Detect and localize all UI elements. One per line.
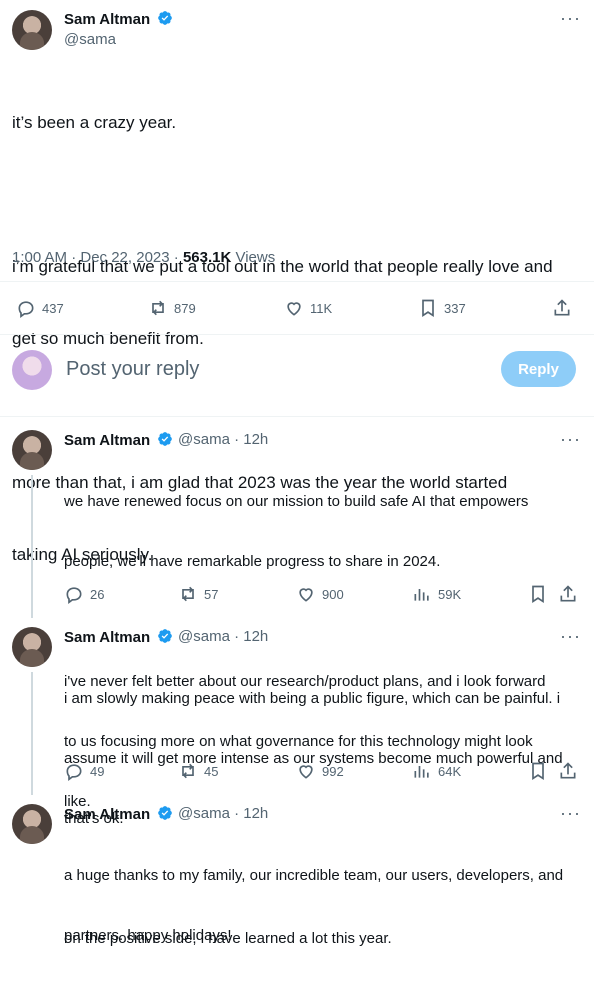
share-icon: [554, 299, 570, 316]
bookmark-button[interactable]: 337: [418, 298, 466, 318]
timestamp[interactable]: 1:00 AM · Dec 22, 2023 ·: [12, 249, 179, 266]
more-icon[interactable]: ···: [560, 626, 581, 647]
repost-icon: [182, 763, 194, 779]
like-button[interactable]: 11K: [284, 298, 332, 318]
verified-badge-icon: [158, 629, 173, 643]
reply-button[interactable]: 437: [16, 298, 64, 318]
bookmark-button[interactable]: [528, 584, 548, 604]
share-button[interactable]: [558, 584, 578, 604]
tweet-line: we have renewed focus on our mission to …: [64, 493, 529, 510]
tweet-actions: 49 45 992 64K: [0, 761, 594, 783]
bookmark-icon: [532, 585, 544, 604]
reply-input[interactable]: Post your reply: [66, 358, 199, 381]
share-icon: [560, 585, 576, 602]
views-button[interactable]: 64K: [412, 761, 461, 781]
bookmark-icon: [532, 762, 544, 781]
bookmark-button[interactable]: [528, 761, 548, 781]
tweet-actions: 437 879 11K 337: [0, 298, 594, 320]
reply-button[interactable]: 49: [64, 761, 104, 781]
author-handle[interactable]: @sama: [64, 31, 116, 48]
views-label: Views: [235, 249, 276, 266]
reply-icon: [18, 301, 34, 318]
reply-button[interactable]: 26: [64, 584, 104, 604]
verified-badge-icon: [158, 432, 173, 446]
reply-text: a huge thanks to my family, our incredib…: [64, 826, 584, 986]
tweet-actions: 26 57 900 59K: [0, 584, 594, 606]
tweet-line: [12, 399, 587, 423]
views-count: 563.1K: [182, 249, 232, 266]
divider: [0, 281, 594, 282]
tweet-line: people; we'll have remarkable progress t…: [64, 553, 441, 570]
more-icon[interactable]: ···: [560, 8, 581, 29]
share-button[interactable]: [552, 298, 572, 318]
views-button[interactable]: 59K: [412, 584, 461, 604]
like-icon: [299, 588, 313, 602]
like-icon: [287, 302, 301, 316]
avatar[interactable]: [12, 10, 52, 50]
more-icon[interactable]: ···: [560, 803, 581, 824]
reply-icon: [66, 764, 82, 781]
avatar[interactable]: [12, 627, 52, 667]
divider: [0, 334, 594, 335]
tweet-meta: 1:00 AM · Dec 22, 2023 · 563.1K Views: [12, 249, 275, 266]
reply-icon: [66, 587, 82, 604]
author-name[interactable]: Sam Altman: [64, 628, 173, 646]
share-button[interactable]: [558, 761, 578, 781]
tweet-line: partners. happy holidays!: [64, 927, 232, 944]
divider: [0, 416, 594, 417]
more-icon[interactable]: ···: [560, 429, 581, 450]
share-icon: [560, 762, 576, 779]
user-avatar[interactable]: [12, 350, 52, 390]
verified-badge-icon: [158, 11, 173, 25]
tweet-line: i am slowly making peace with being a pu…: [64, 690, 561, 707]
author-handle[interactable]: @sama · 12h: [178, 431, 268, 448]
avatar[interactable]: [12, 430, 52, 470]
like-button[interactable]: 992: [296, 761, 344, 781]
repost-icon: [152, 300, 164, 316]
author-name[interactable]: Sam Altman: [64, 10, 173, 28]
author-name[interactable]: Sam Altman: [64, 431, 173, 449]
avatar[interactable]: [12, 804, 52, 844]
author-name[interactable]: Sam Altman: [64, 805, 173, 823]
author-handle[interactable]: @sama · 12h: [178, 805, 268, 822]
tweet-line: it’s been a crazy year.: [12, 113, 177, 132]
tweet-line: [12, 183, 587, 207]
verified-badge-icon: [158, 806, 173, 820]
tweet-line: a huge thanks to my family, our incredib…: [64, 867, 564, 884]
reply-submit-button[interactable]: Reply: [501, 351, 576, 387]
repost-button[interactable]: 57: [178, 584, 218, 604]
like-icon: [299, 765, 313, 779]
repost-button[interactable]: 879: [148, 298, 196, 318]
repost-button[interactable]: 45: [178, 761, 218, 781]
like-button[interactable]: 900: [296, 584, 344, 604]
views-icon: [414, 589, 429, 601]
views-icon: [414, 766, 429, 778]
reply-composer: Post your reply Reply: [0, 338, 594, 402]
author-handle[interactable]: @sama · 12h: [178, 628, 268, 645]
repost-icon: [182, 586, 194, 602]
bookmark-icon: [422, 299, 434, 318]
